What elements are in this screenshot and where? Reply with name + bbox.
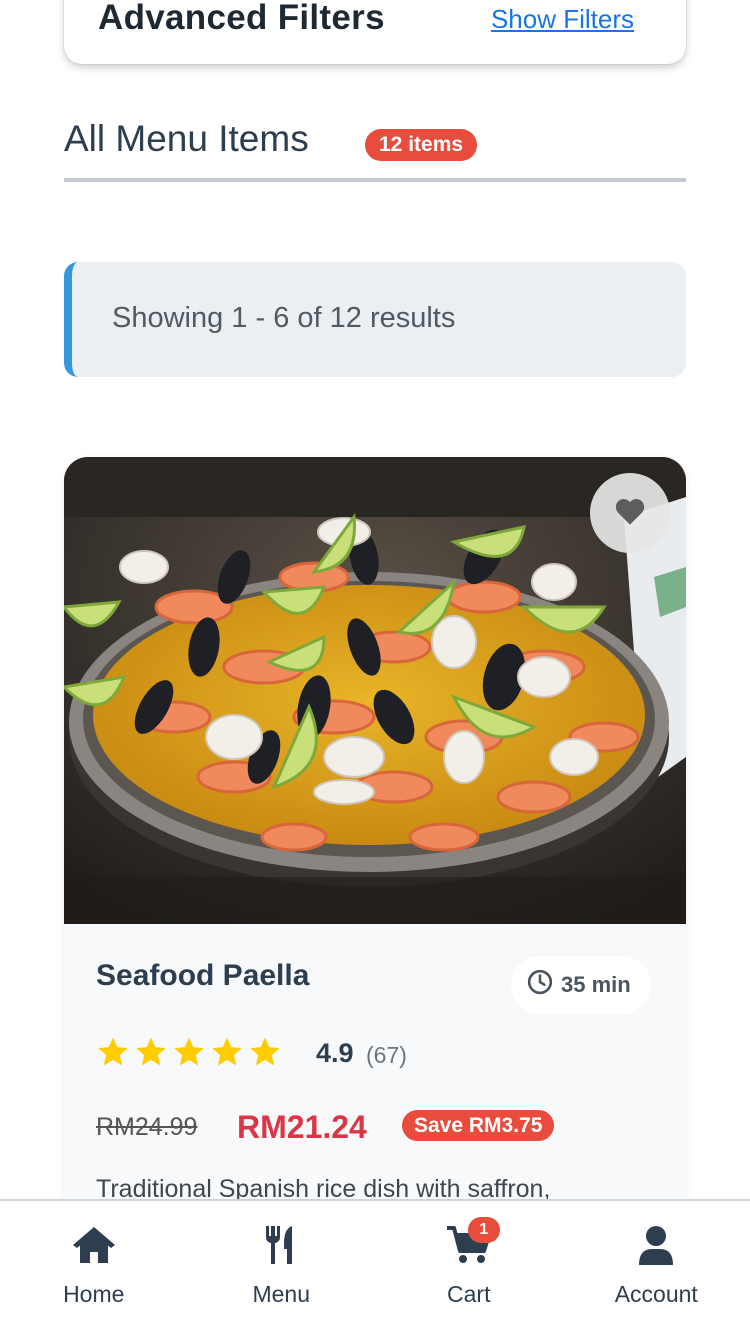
item-name: Seafood Paella (96, 959, 310, 992)
utensils-icon (263, 1225, 299, 1265)
advanced-filters-title: Advanced Filters (98, 0, 385, 37)
rating-stars (96, 1035, 282, 1073)
nav-label-home: Home (63, 1281, 125, 1307)
prep-time-badge: 35 min (511, 956, 651, 1014)
review-count: (67) (366, 1042, 407, 1068)
favorite-button[interactable] (590, 473, 670, 553)
advanced-filters-card: Advanced Filters Show Filters (64, 0, 686, 64)
cart-icon: 1 (446, 1217, 500, 1265)
nav-label-account: Account (614, 1281, 698, 1307)
discounted-price: RM21.24 (237, 1109, 367, 1145)
star-icon (248, 1035, 282, 1073)
item-count-badge: 12 items (365, 129, 478, 161)
show-filters-link[interactable]: Show Filters (491, 4, 634, 35)
savings-badge: Save RM3.75 (402, 1110, 555, 1141)
menu-item-card[interactable]: Seafood Paella 35 min 4.9 (67) RM24.99 R… (64, 457, 686, 1217)
results-count-text: Showing 1 - 6 of 12 results (112, 302, 456, 334)
section-title: All Menu Items (64, 118, 309, 159)
section-header: All Menu Items 12 items (64, 116, 686, 182)
star-icon (134, 1035, 168, 1073)
star-icon (172, 1035, 206, 1073)
nav-label-menu: Menu (252, 1281, 311, 1307)
user-icon (638, 1225, 674, 1265)
cart-count-badge: 1 (467, 1217, 500, 1243)
nav-item-account[interactable]: Account (563, 1201, 750, 1334)
prep-time-text: 35 min (561, 972, 631, 997)
nav-label-cart: Cart (447, 1281, 491, 1307)
nav-item-cart[interactable]: 1 Cart (375, 1201, 563, 1334)
results-info-box: Showing 1 - 6 of 12 results (64, 262, 686, 377)
clock-icon (527, 969, 553, 1001)
heart-icon (613, 496, 647, 530)
original-price: RM24.99 (96, 1113, 198, 1141)
nav-item-home[interactable]: Home (0, 1201, 188, 1334)
star-icon (96, 1035, 130, 1073)
star-icon (210, 1035, 244, 1073)
rating-value: 4.9 (316, 1038, 354, 1068)
bottom-navigation: Home Menu 1 Cart Account (0, 1199, 750, 1334)
nav-item-menu[interactable]: Menu (188, 1201, 376, 1334)
home-icon (71, 1225, 117, 1265)
